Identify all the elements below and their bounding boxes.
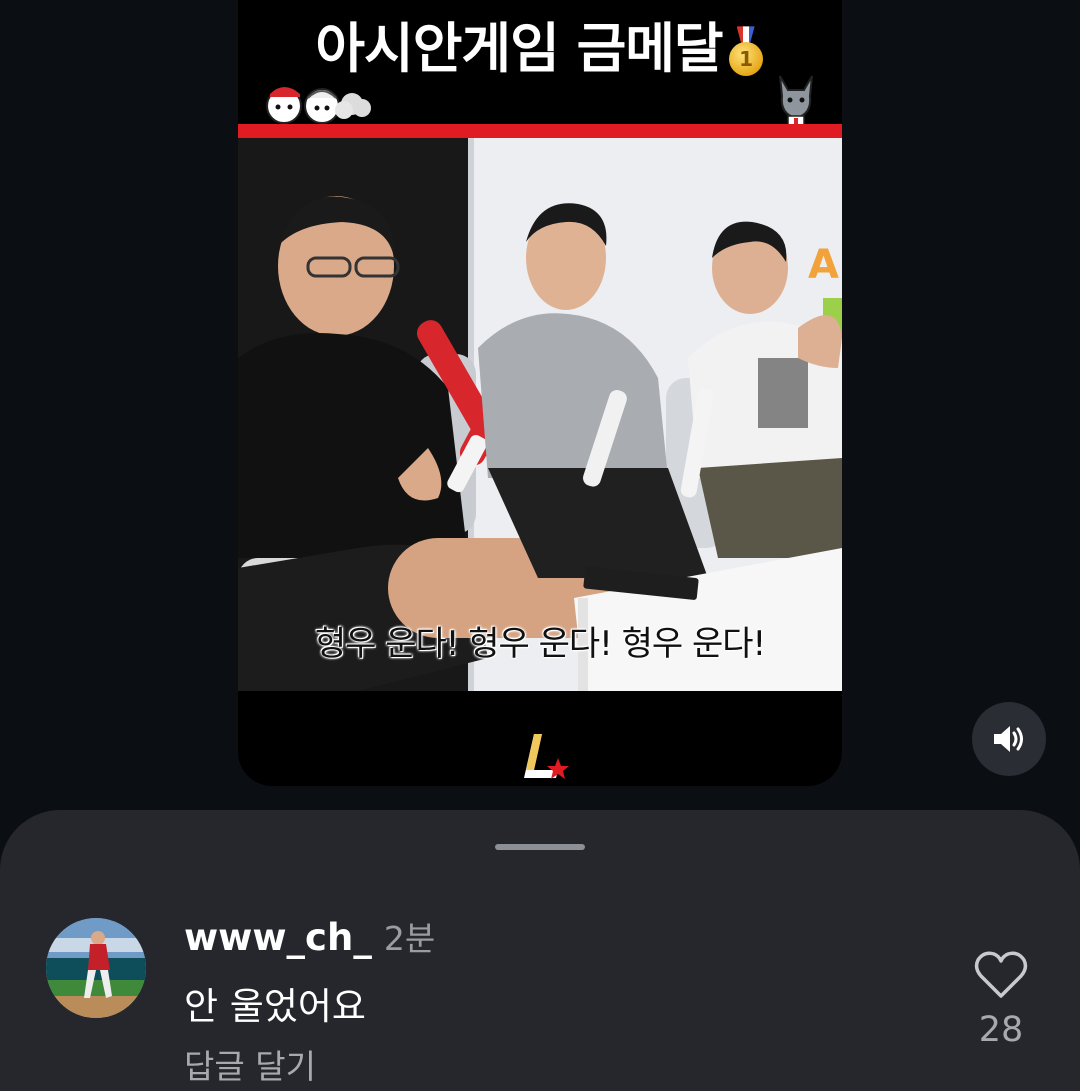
comment-text: 안 울었어요 bbox=[184, 985, 366, 1028]
avatar-photo bbox=[46, 918, 146, 1018]
avatar[interactable] bbox=[46, 918, 146, 1018]
reply-button[interactable]: 답글 달기 bbox=[184, 1040, 316, 1088]
video-scene-illustration: AE bbox=[238, 138, 842, 691]
gold-medal-icon: 1 bbox=[727, 26, 765, 78]
comments-sheet: www_ch_ 2분 안 울었어요 답글 달기 28 bbox=[0, 810, 1080, 1091]
video-subtitle: 형우 운다! 형우 운다! 형우 운다! bbox=[314, 624, 766, 664]
wolf-mascot-icon bbox=[779, 75, 813, 129]
like-count: 28 bbox=[978, 1010, 1024, 1050]
comment-username[interactable]: www_ch_ bbox=[184, 916, 372, 959]
sheet-drag-handle[interactable] bbox=[495, 844, 585, 850]
screen: 아시안게임 금메달 1 A 형우 운다! 형우 운다! 형우 운다! www_c… bbox=[0, 0, 1080, 1091]
comment-timestamp: 2분 bbox=[383, 919, 436, 958]
video-player[interactable]: 아시안게임 금메달 1 A 형우 운다! 형우 운다! 형우 운다! bbox=[238, 0, 842, 786]
comment-header: www_ch_ 2분 bbox=[184, 912, 435, 960]
svg-text:L: L bbox=[512, 728, 521, 732]
video-title-overlay: 아시안게임 금메달 1 bbox=[238, 4, 842, 83]
heart-outline-icon bbox=[974, 951, 1028, 998]
speaker-volume-icon bbox=[994, 726, 1023, 752]
video-frame[interactable]: AE bbox=[238, 138, 842, 691]
svg-text:AE: AE bbox=[808, 242, 842, 288]
team-logo-icon: L bbox=[512, 728, 569, 779]
like-button[interactable] bbox=[974, 950, 1028, 1000]
mascot-group-icon bbox=[266, 87, 371, 124]
video-title-text: 아시안게임 금메달 bbox=[315, 17, 723, 80]
sound-toggle-button[interactable] bbox=[972, 702, 1046, 776]
